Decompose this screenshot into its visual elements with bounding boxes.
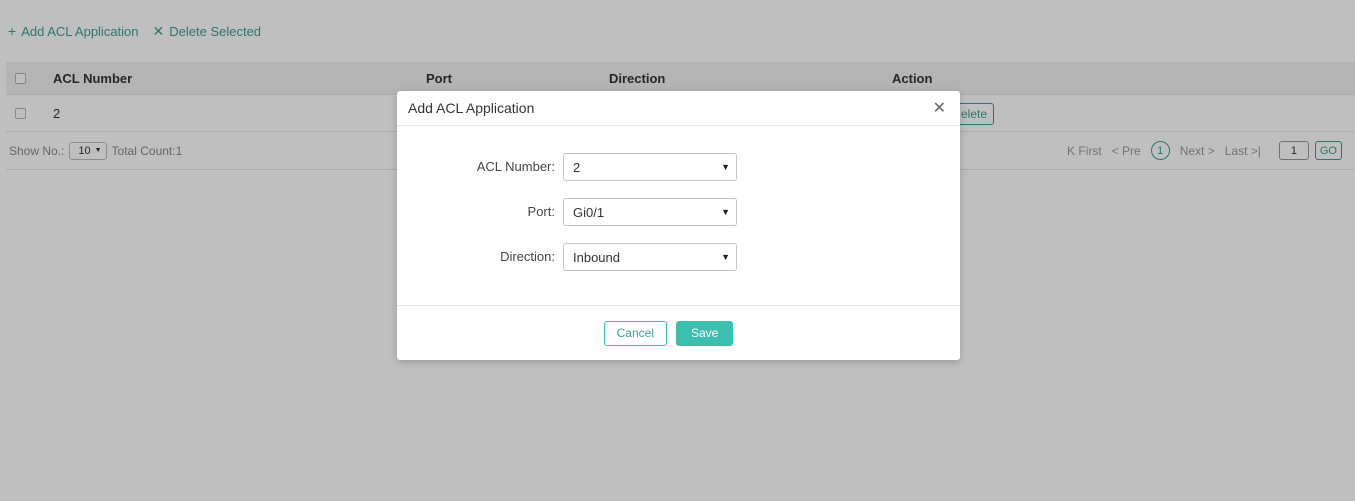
port-select[interactable]: Gi0/1 ▼ [563,198,737,226]
acl-number-label: ACL Number: [476,159,555,174]
direction-row: Direction: Inbound ▼ [397,243,960,271]
acl-number-row: ACL Number: 2 ▼ [397,153,960,181]
direction-value: Inbound [573,249,620,265]
close-icon[interactable]: ✕ [933,98,946,118]
dialog-header: Add ACL Application [397,91,960,126]
cancel-button[interactable]: Cancel [603,320,667,346]
acl-number-select[interactable]: 2 ▼ [563,153,737,181]
direction-label: Direction: [500,249,555,264]
dialog-footer: Cancel Save [397,305,960,360]
port-label: Port: [527,204,555,219]
port-row: Port: Gi0/1 ▼ [397,198,960,226]
dropdown-arrow-icon: ▼ [721,252,730,262]
port-value: Gi0/1 [573,204,605,220]
dialog-title: Add ACL Application [408,100,535,116]
direction-select[interactable]: Inbound ▼ [563,243,737,271]
dropdown-arrow-icon: ▼ [721,207,730,217]
acl-number-value: 2 [573,159,581,175]
save-button[interactable]: Save [676,320,734,346]
dropdown-arrow-icon: ▼ [721,162,730,172]
add-acl-application-dialog: Add ACL Application ✕ ACL Number: 2 ▼ Po… [397,91,960,360]
